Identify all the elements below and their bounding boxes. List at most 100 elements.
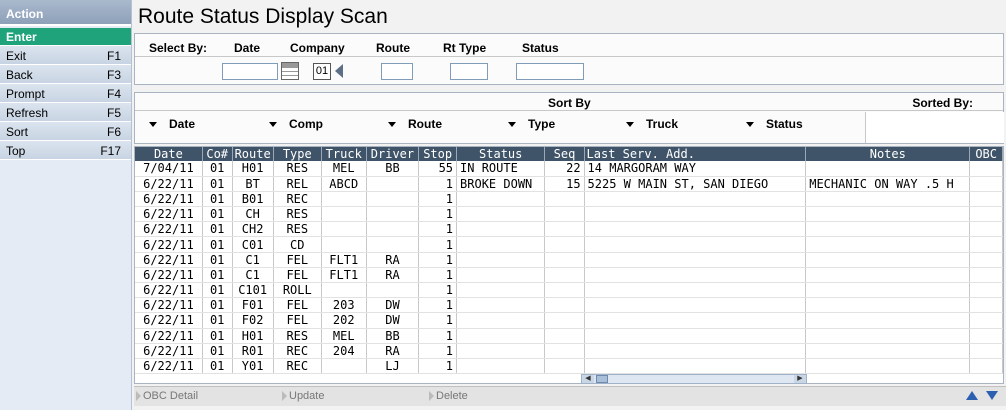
update-button[interactable]: Update bbox=[282, 390, 324, 402]
table-row[interactable]: 6/22/11 01 C1 FEL FLT1 RA 1 bbox=[135, 252, 1003, 268]
sort-truck-dropdown[interactable]: Truck bbox=[626, 117, 678, 131]
table-row[interactable]: 6/22/11 01 BT REL ABCD 1 BROKE DOWN 15 5225 W MA… bbox=[135, 176, 1003, 192]
sidebar-item-exit[interactable]: Exit F1 bbox=[0, 46, 131, 65]
table-cell bbox=[366, 191, 420, 208]
table-cell: C1 bbox=[232, 267, 274, 284]
table-cell: 1 bbox=[418, 358, 458, 375]
column-header[interactable]: OBC bbox=[969, 147, 1003, 161]
table-cell: RA bbox=[366, 267, 420, 284]
table-row[interactable]: 6/22/11 01 F01 FEL 203 DW 1 bbox=[135, 297, 1003, 314]
table-cell: 1 bbox=[418, 282, 458, 299]
route-input[interactable] bbox=[381, 63, 413, 80]
column-header[interactable]: Notes bbox=[805, 147, 971, 161]
company-header: Company bbox=[290, 41, 345, 55]
sidebar-item-key: F6 bbox=[106, 125, 121, 139]
page-down-icon[interactable] bbox=[986, 391, 998, 400]
chevron-down-icon bbox=[388, 121, 396, 127]
table-row[interactable]: 6/22/11 01 CH RES 1 bbox=[135, 206, 1003, 223]
scroll-left-icon[interactable]: ◀ bbox=[582, 375, 594, 383]
table-cell bbox=[456, 358, 546, 375]
route-table: Date Co# Route Type Truck Driver Stop St… bbox=[135, 147, 1003, 375]
sidebar-item-label: Back bbox=[6, 68, 33, 82]
rttype-input[interactable] bbox=[450, 63, 488, 80]
sidebar-item-back[interactable]: Back F3 bbox=[0, 65, 131, 84]
table-cell: MECHANIC ON WAY .5 H bbox=[805, 176, 971, 192]
table-cell: 01 bbox=[202, 312, 233, 329]
calendar-icon[interactable] bbox=[281, 62, 299, 80]
table-cell bbox=[366, 236, 420, 253]
table-row[interactable]: 6/22/11 01 F02 FEL 202 DW 1 bbox=[135, 312, 1003, 329]
table-cell bbox=[321, 282, 367, 299]
delete-button[interactable]: Delete bbox=[429, 390, 468, 402]
column-header[interactable]: Driver bbox=[366, 147, 420, 161]
table-cell bbox=[805, 161, 971, 177]
sidebar-item-enter[interactable]: Enter bbox=[0, 28, 131, 46]
table-cell: 6/22/11 bbox=[135, 267, 203, 284]
table-cell bbox=[584, 282, 807, 299]
table-cell bbox=[969, 191, 1003, 208]
scroll-right-icon[interactable]: ▶ bbox=[794, 375, 806, 383]
table-row[interactable]: 6/22/11 01 C01 CD 1 bbox=[135, 236, 1003, 253]
column-header[interactable]: Date bbox=[135, 147, 203, 161]
table-cell: RES bbox=[273, 206, 322, 223]
table-cell bbox=[805, 236, 971, 253]
table-row[interactable]: 6/22/11 01 Y01 REC LJ 1 bbox=[135, 358, 1003, 375]
table-cell: 7/04/11 bbox=[135, 161, 203, 177]
column-header[interactable]: Seq bbox=[544, 147, 585, 161]
sorted-by-box bbox=[865, 112, 1004, 143]
column-header[interactable]: Stop bbox=[418, 147, 458, 161]
column-header[interactable]: Route bbox=[232, 147, 274, 161]
column-header[interactable]: Truck bbox=[321, 147, 367, 161]
table-cell: 01 bbox=[202, 176, 233, 192]
table-cell bbox=[584, 206, 807, 223]
table-row[interactable]: 6/22/11 01 B01 REC 1 bbox=[135, 191, 1003, 208]
column-header[interactable]: Last Serv. Add. bbox=[584, 147, 807, 161]
table-row[interactable]: 6/22/11 01 C1 FEL FLT1 RA 1 bbox=[135, 267, 1003, 284]
table-cell bbox=[456, 297, 546, 314]
table-cell: BB bbox=[366, 328, 420, 344]
table-cell bbox=[584, 252, 807, 268]
status-input[interactable] bbox=[516, 63, 584, 80]
sort-status-dropdown[interactable]: Status bbox=[746, 117, 803, 131]
table-cell: REC bbox=[273, 343, 322, 359]
company-field[interactable]: 01 bbox=[313, 63, 331, 80]
date-header: Date bbox=[234, 41, 261, 55]
column-header[interactable]: Type bbox=[273, 147, 322, 161]
table-cell bbox=[544, 297, 585, 314]
table-cell: FEL bbox=[273, 297, 322, 314]
sidebar-item-refresh[interactable]: Refresh F5 bbox=[0, 103, 131, 122]
sort-by-panel: Sort By Sorted By: Date Comp Route Type … bbox=[134, 92, 1004, 144]
table-cell: 01 bbox=[202, 191, 233, 208]
horizontal-scrollbar[interactable]: ◀ ▶ bbox=[581, 374, 807, 384]
table-cell bbox=[805, 358, 971, 375]
column-header[interactable]: Status bbox=[456, 147, 546, 161]
table-cell bbox=[805, 206, 971, 223]
table-header-row: Date Co# Route Type Truck Driver Stop St… bbox=[135, 147, 1003, 161]
table-body: 7/04/11 01 H01 RES MEL BB 55 IN ROUTE 22 14 MARGO… bbox=[135, 161, 1003, 375]
table-cell: 14 MARGORAM WAY bbox=[584, 161, 807, 177]
sort-comp-dropdown[interactable]: Comp bbox=[269, 117, 323, 131]
table-cell: 204 bbox=[321, 343, 367, 359]
sidebar-item-top[interactable]: Top F17 bbox=[0, 141, 131, 160]
sort-date-dropdown[interactable]: Date bbox=[149, 117, 195, 131]
table-cell bbox=[544, 282, 585, 299]
button-label: Delete bbox=[436, 390, 468, 402]
company-prompt-arrow-icon[interactable] bbox=[335, 64, 343, 78]
table-row[interactable]: 6/22/11 01 H01 RES MEL BB 1 bbox=[135, 328, 1003, 344]
sidebar-item-label: Refresh bbox=[6, 106, 49, 120]
table-row[interactable]: 6/22/11 01 R01 REC 204 RA 1 bbox=[135, 343, 1003, 359]
table-row[interactable]: 6/22/11 01 C101 ROLL 1 bbox=[135, 282, 1003, 299]
sort-field-label: Route bbox=[408, 117, 442, 131]
table-cell bbox=[805, 328, 971, 344]
sidebar-item-prompt[interactable]: Prompt F4 bbox=[0, 84, 131, 103]
sort-type-dropdown[interactable]: Type bbox=[508, 117, 555, 131]
page-up-icon[interactable] bbox=[966, 391, 978, 400]
date-input[interactable] bbox=[222, 63, 278, 80]
table-row[interactable]: 7/04/11 01 H01 RES MEL BB 55 IN ROUTE 22 14 MARGO… bbox=[135, 161, 1003, 177]
sidebar-item-sort[interactable]: Sort F6 bbox=[0, 122, 131, 141]
column-header[interactable]: Co# bbox=[202, 147, 233, 161]
obc-detail-button[interactable]: OBC Detail bbox=[136, 390, 198, 402]
table-row[interactable]: 6/22/11 01 CH2 RES 1 bbox=[135, 221, 1003, 238]
scrollbar-thumb[interactable] bbox=[596, 375, 608, 383]
sort-route-dropdown[interactable]: Route bbox=[388, 117, 442, 131]
